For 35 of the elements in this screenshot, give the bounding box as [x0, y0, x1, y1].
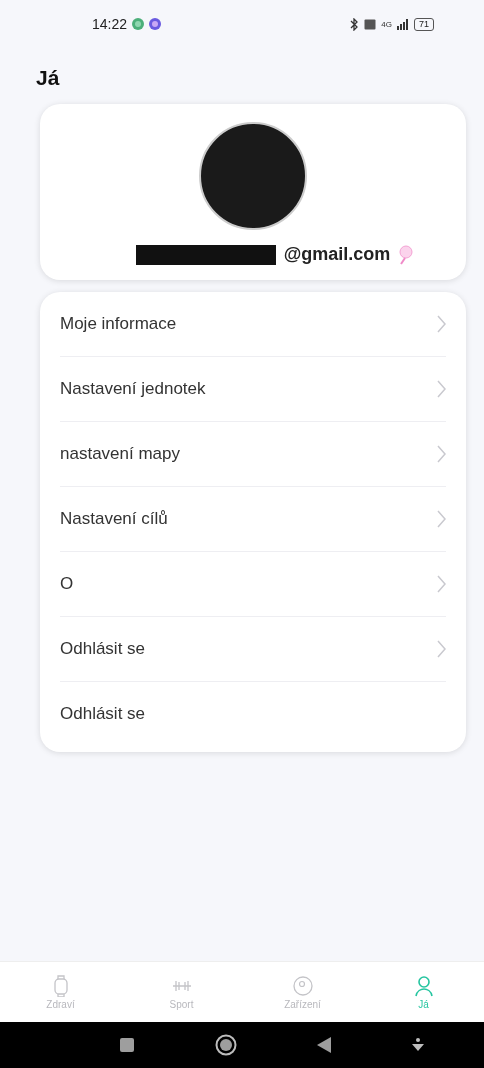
menu-item[interactable]: Nastavení cílů: [60, 487, 446, 552]
menu-item[interactable]: Nastavení jednotek: [60, 357, 446, 422]
menu-item-label: Moje informace: [60, 314, 177, 334]
chevron-right-icon: [437, 445, 446, 463]
menu-item[interactable]: Odhlásit se: [60, 617, 446, 682]
chevron-right-icon: [437, 510, 446, 528]
menu-item-label: Odhlásit se: [60, 704, 146, 724]
chevron-right-icon: [437, 575, 446, 593]
menu-item[interactable]: O: [60, 552, 446, 617]
page-title: Já: [35, 65, 61, 91]
menu-item[interactable]: Moje informace: [60, 292, 446, 357]
back-button-icon: [317, 1037, 332, 1053]
chevron-right-icon: [437, 315, 446, 333]
menu-item-label: O: [60, 574, 74, 594]
chevron-right-icon: [437, 380, 446, 398]
signal-icon: [397, 18, 409, 30]
home-button-icon: [214, 1034, 237, 1056]
download-arrow-icon: [411, 1038, 424, 1052]
app-notification-icon: [132, 18, 145, 30]
network-type: 4G: [381, 19, 392, 29]
app-notification-icon: [149, 18, 162, 30]
menu-item[interactable]: Odhlásit se: [60, 682, 446, 746]
chevron-right-icon: [437, 640, 446, 658]
menu-item[interactable]: nastavení mapy: [60, 422, 446, 487]
menu-item-label: Nastavení cílů: [60, 509, 168, 529]
battery-indicator: 71: [414, 17, 434, 31]
recents-button-icon: [120, 1038, 135, 1052]
status-time: 14:22: [92, 16, 128, 32]
bluetooth-icon: [349, 17, 360, 31]
menu-item-label: nastavení mapy: [60, 444, 180, 464]
person-icon: [412, 974, 435, 997]
menu-item-label: Odhlásit se: [60, 639, 146, 659]
menu-item-label: Nastavení jednotek: [60, 379, 206, 399]
circle-icon: [291, 974, 314, 997]
email-text: @gmail.com: [283, 244, 391, 265]
